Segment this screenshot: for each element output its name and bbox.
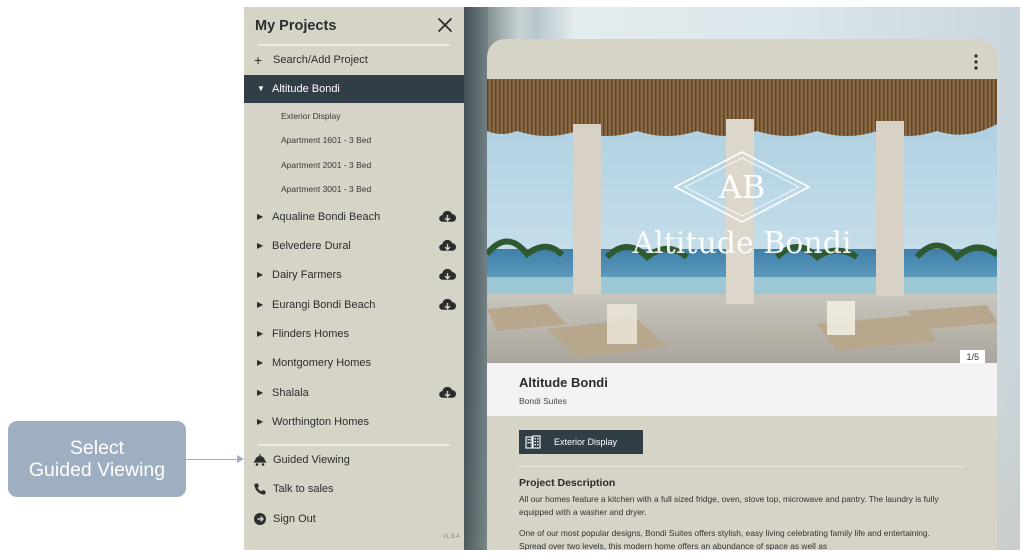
project-label: Aqualine Bondi Beach <box>272 211 381 223</box>
phone-icon <box>254 483 266 495</box>
sidebar-item-flinders-homes[interactable]: ▶ Flinders Homes <box>244 320 464 348</box>
project-label: Flinders Homes <box>272 328 350 340</box>
project-card: AB Altitude Bondi 1/5 Altitude Bondi Bon… <box>487 39 997 550</box>
callout-select-guided-viewing: Select Guided Viewing <box>8 421 186 497</box>
image-pager: 1/5 <box>960 350 985 364</box>
project-label: Eurangi Bondi Beach <box>272 299 376 311</box>
description-title: Project Description <box>519 477 616 489</box>
caret-right-icon: ▶ <box>257 417 264 426</box>
hero-brand: Altitude Bondi <box>631 226 851 261</box>
guided-viewing-icon <box>254 454 266 466</box>
guided-viewing-button[interactable]: Guided Viewing <box>244 446 464 474</box>
project-label: Montgomery Homes <box>272 357 372 369</box>
cloud-download-icon[interactable] <box>438 385 457 401</box>
sidebar-item-altitude-bondi[interactable]: ▼ Altitude Bondi <box>244 75 464 103</box>
hero-image[interactable]: AB Altitude Bondi <box>487 79 997 363</box>
sidebar-item-aqualine-bondi-beach[interactable]: ▶ Aqualine Bondi Beach <box>244 203 464 231</box>
sub-item-label: Apartment 3001 - 3 Bed <box>281 184 372 194</box>
project-label: Worthington Homes <box>272 416 370 428</box>
plus-icon: + <box>254 52 263 68</box>
project-label: Altitude Bondi <box>272 83 340 95</box>
search-add-project-label: Search/Add Project <box>273 54 368 66</box>
cloud-download-icon[interactable] <box>438 297 457 313</box>
building-icon <box>525 435 541 449</box>
card-divider <box>519 466 965 467</box>
projects-sidebar: My Projects + Search/Add Project ▼ Altit… <box>244 7 464 550</box>
sidebar-item-dairy-farmers[interactable]: ▶ Dairy Farmers <box>244 261 464 289</box>
sub-item-exterior-display[interactable]: Exterior Display <box>244 104 464 128</box>
more-vertical-icon[interactable] <box>973 53 979 71</box>
close-icon[interactable] <box>436 16 454 34</box>
sub-item-label: Apartment 1601 - 3 Bed <box>281 135 372 145</box>
hero-monogram: AB <box>718 168 766 206</box>
sign-out-button[interactable]: Sign Out <box>244 505 464 533</box>
sidebar-item-montgomery-homes[interactable]: ▶ Montgomery Homes <box>244 349 464 377</box>
description-paragraph-1: All our homes feature a kitchen with a f… <box>519 494 939 517</box>
app-version: v1.9.4 <box>443 534 460 540</box>
sidebar-title: My Projects <box>255 18 337 34</box>
caret-right-icon: ▶ <box>257 270 264 279</box>
project-label: Dairy Farmers <box>272 269 342 281</box>
sub-item-label: Exterior Display <box>281 111 341 121</box>
cloud-download-icon[interactable] <box>438 238 457 254</box>
project-info: Altitude Bondi Bondi Suites <box>487 363 997 416</box>
caret-right-icon: ▶ <box>257 358 264 367</box>
cloud-download-icon[interactable] <box>438 209 457 225</box>
talk-to-sales-button[interactable]: Talk to sales <box>244 475 464 503</box>
callout-line-2: Guided Viewing <box>28 459 166 481</box>
sidebar-item-belvedere-dural[interactable]: ▶ Belvedere Dural <box>244 232 464 260</box>
caret-right-icon: ▶ <box>257 329 264 338</box>
sub-item-apartment-2001[interactable]: Apartment 2001 - 3 Bed <box>244 153 464 177</box>
description-paragraph-2: One of our most popular designs, Bondi S… <box>519 528 930 550</box>
sub-item-apartment-1601[interactable]: Apartment 1601 - 3 Bed <box>244 128 464 152</box>
cloud-download-icon[interactable] <box>438 267 457 283</box>
callout-line-1: Select <box>69 437 125 459</box>
talk-to-sales-label: Talk to sales <box>273 483 334 495</box>
sign-out-label: Sign Out <box>273 513 316 525</box>
caret-right-icon: ▶ <box>257 300 264 309</box>
sidebar-item-eurangi-bondi-beach[interactable]: ▶ Eurangi Bondi Beach <box>244 291 464 319</box>
search-add-project-button[interactable]: + Search/Add Project <box>244 46 464 74</box>
caret-right-icon: ▶ <box>257 212 264 221</box>
caret-right-icon: ▶ <box>257 241 264 250</box>
sub-item-label: Apartment 2001 - 3 Bed <box>281 160 372 170</box>
project-name: Altitude Bondi <box>519 375 608 390</box>
sub-item-apartment-3001[interactable]: Apartment 3001 - 3 Bed <box>244 177 464 201</box>
caret-down-icon: ▼ <box>257 84 265 93</box>
exterior-display-button[interactable]: Exterior Display <box>519 430 643 454</box>
sign-out-icon <box>254 513 266 525</box>
app-window: My Projects + Search/Add Project ▼ Altit… <box>244 7 1020 550</box>
project-subtitle: Bondi Suites <box>519 396 567 406</box>
sidebar-header: My Projects <box>244 7 464 45</box>
background-building <box>464 7 488 550</box>
guided-viewing-label: Guided Viewing <box>273 454 350 466</box>
exterior-display-label: Exterior Display <box>554 437 618 447</box>
sidebar-item-shalala[interactable]: ▶ Shalala <box>244 379 464 407</box>
project-label: Belvedere Dural <box>272 240 351 252</box>
project-label: Shalala <box>272 387 309 399</box>
sidebar-item-worthington-homes[interactable]: ▶ Worthington Homes <box>244 408 464 436</box>
caret-right-icon: ▶ <box>257 388 264 397</box>
callout-arrow-icon <box>237 455 244 463</box>
callout-connector <box>186 459 242 460</box>
